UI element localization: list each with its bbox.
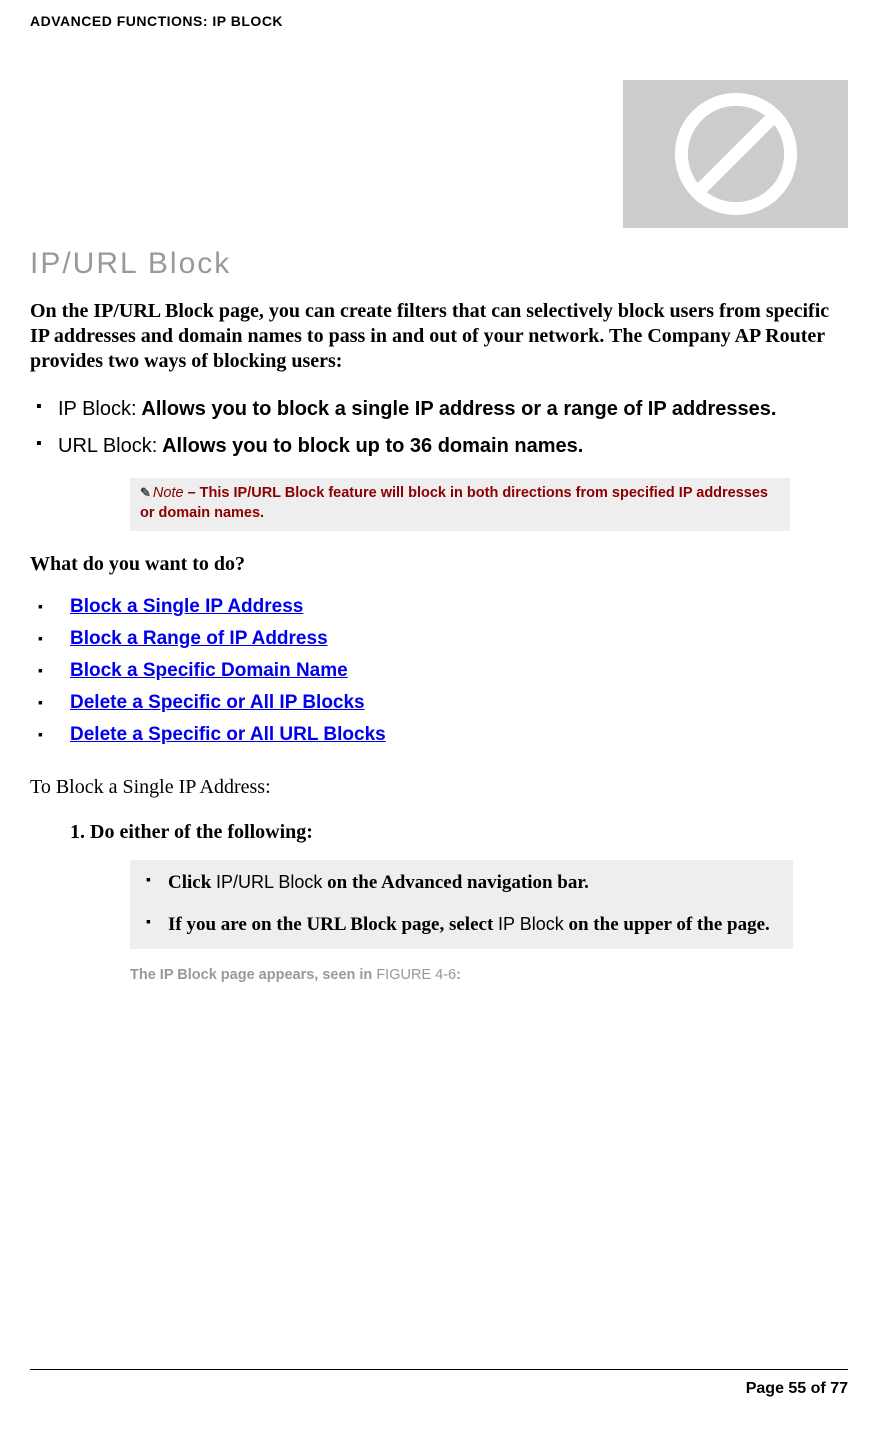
list-item: Block a Single IP Address [30, 596, 848, 618]
prohibit-icon [623, 80, 848, 228]
result-pre: The IP Block page appears, seen in [130, 967, 376, 983]
page-title: IP/URL Block [30, 247, 848, 281]
step-post: on the Advanced navigation bar. [322, 872, 588, 893]
page-header: ADVANCED FUNCTIONS: IP BLOCK [0, 0, 878, 29]
link-block-single-ip[interactable]: Block a Single IP Address [70, 596, 303, 617]
list-item: If you are on the URL Block page, select… [140, 912, 775, 938]
feature-list: IP Block: Allows you to block a single I… [30, 396, 848, 460]
step-text: 1. Do either of the following: [70, 821, 848, 844]
link-delete-url-blocks[interactable]: Delete a Specific or All URL Blocks [70, 724, 386, 745]
link-delete-ip-blocks[interactable]: Delete a Specific or All IP Blocks [70, 692, 365, 713]
list-item: URL Block: Allows you to block up to 36 … [30, 433, 848, 460]
pencil-icon: ✎ [140, 485, 151, 500]
figure-ref: FIGURE 4-6 [376, 967, 456, 983]
list-item: Delete a Specific or All URL Blocks [30, 724, 848, 746]
step-pre: If you are on the URL Block page, select [168, 914, 498, 935]
feature-label: IP Block: [58, 398, 137, 420]
section-heading: To Block a Single IP Address: [30, 776, 848, 799]
list-item: Delete a Specific or All IP Blocks [30, 692, 848, 714]
step-ui-term: IP Block [498, 914, 564, 934]
step-post: on the upper of the page. [564, 914, 770, 935]
step-pre: Click [168, 872, 216, 893]
feature-label: URL Block: [58, 435, 157, 457]
link-block-range-ip[interactable]: Block a Range of IP Address [70, 628, 328, 649]
result-post: : [456, 967, 461, 983]
list-item: Click IP/URL Block on the Advanced navig… [140, 870, 775, 896]
step-ui-term: IP/URL Block [216, 872, 322, 892]
list-item: Block a Specific Domain Name [30, 660, 848, 682]
intro-text: On the IP/URL Block page, you can create… [30, 299, 848, 374]
feature-desc: Allows you to block up to 36 domain name… [157, 435, 583, 457]
list-item: Block a Range of IP Address [30, 628, 848, 650]
list-item: IP Block: Allows you to block a single I… [30, 396, 848, 423]
instruction-box: Click IP/URL Block on the Advanced navig… [130, 860, 793, 949]
note-label: Note [153, 485, 184, 501]
link-block-domain[interactable]: Block a Specific Domain Name [70, 660, 348, 681]
action-links: Block a Single IP Address Block a Range … [30, 596, 848, 746]
page-footer: Page 55 of 77 [30, 1369, 848, 1398]
result-text: The IP Block page appears, seen in FIGUR… [130, 967, 848, 983]
note-box: ✎Note – This IP/URL Block feature will b… [130, 478, 790, 531]
question-heading: What do you want to do? [30, 553, 848, 576]
feature-desc: Allows you to block a single IP address … [137, 398, 777, 420]
note-text: – This IP/URL Block feature will block i… [140, 485, 768, 521]
